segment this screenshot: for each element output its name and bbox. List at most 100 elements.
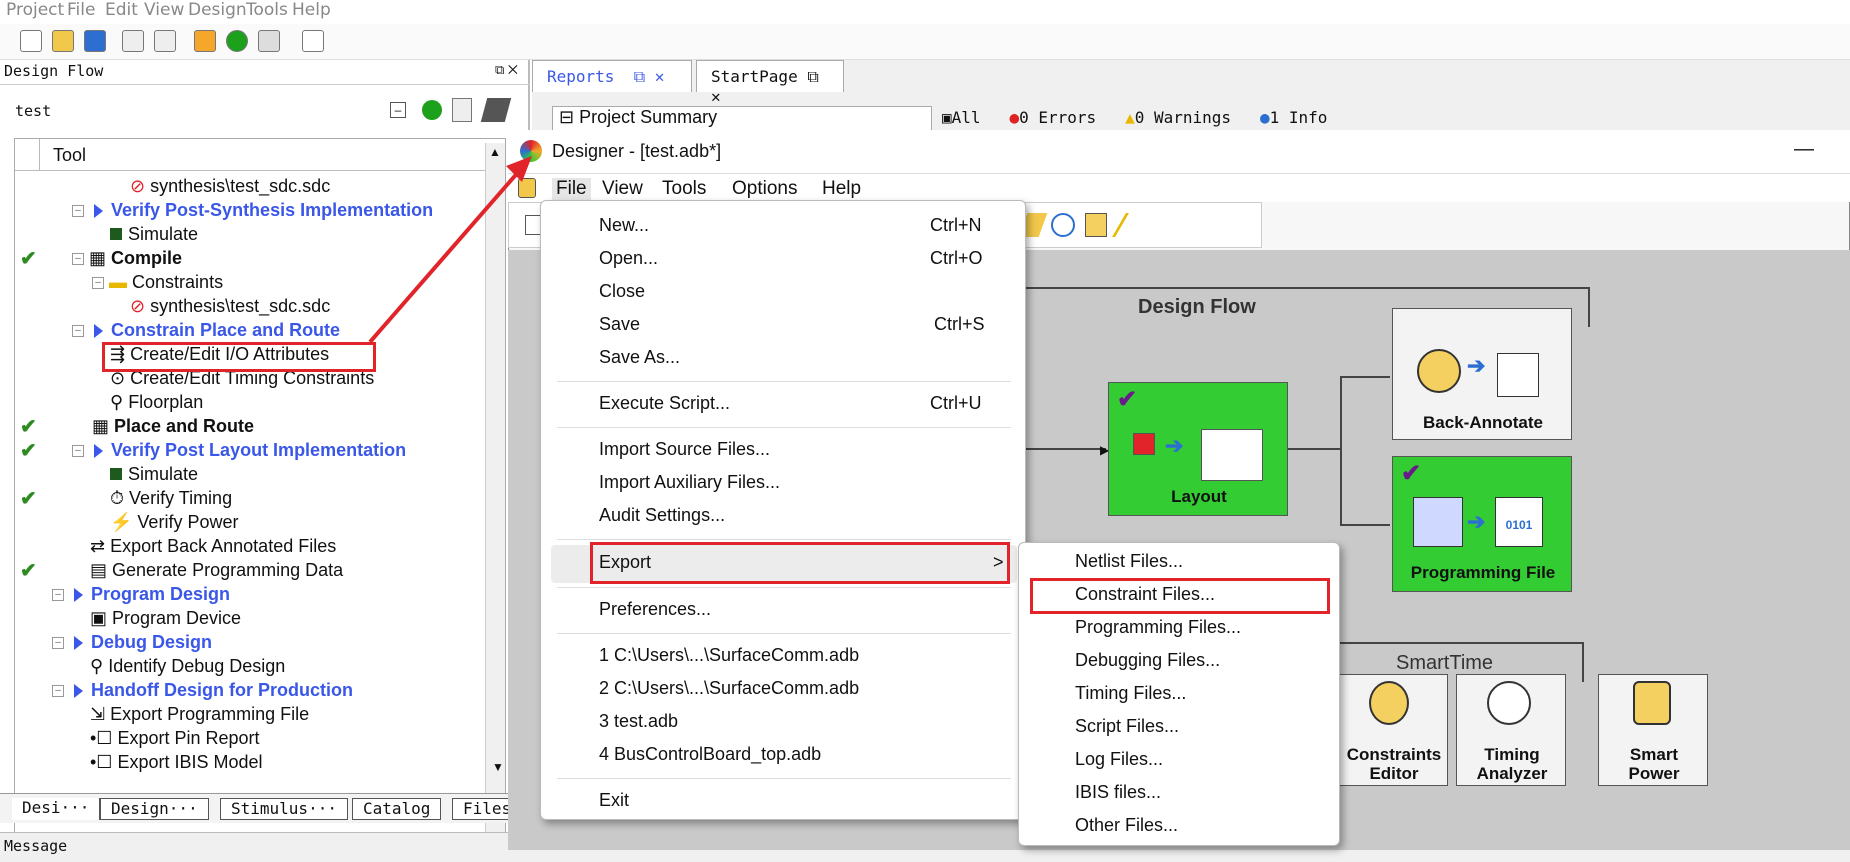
submenu-other-files[interactable]: Other Files...	[1075, 815, 1178, 836]
menu-item-exit[interactable]: Exit	[599, 790, 629, 811]
menu-design[interactable]: Design	[188, 0, 247, 20]
layout-box[interactable]: ✔ ➔ Layout	[1108, 382, 1288, 516]
shortcut-open: Ctrl+O	[930, 248, 983, 268]
tree-item-handoff[interactable]: – Handoff Design for Production	[52, 680, 353, 704]
constraints-editor-box[interactable]: Constraints Editor	[1338, 674, 1448, 786]
tab-startpage[interactable]: StartPage ⧉ ✕	[696, 60, 844, 106]
tree-item-generate-programming[interactable]: ▤ Generate Programming Data	[90, 560, 343, 584]
filter-all[interactable]: ▣All	[942, 108, 981, 127]
filter-errors[interactable]: 0 Errors	[1019, 108, 1096, 127]
menu-item-preferences[interactable]: Preferences...	[599, 599, 711, 620]
check-place-route-icon: ✔	[20, 416, 37, 438]
undo-icon[interactable]	[122, 30, 144, 52]
designer-titlebar: Designer - [test.adb*] —	[508, 130, 1850, 174]
submenu-programming-files[interactable]: Programming Files...	[1075, 617, 1241, 638]
programming-file-label: Programming File	[1410, 563, 1556, 582]
submenu-netlist-files[interactable]: Netlist Files...	[1075, 551, 1183, 572]
reports-area: Reports ⧉ ✕ StartPage ⧉ ✕ ⊟ Project Summ…	[532, 60, 1850, 132]
menu-item-recent-2[interactable]: 2 C:\Users\...\SurfaceComm.adb	[599, 678, 859, 699]
tree-item-sdc-2[interactable]: ⊘ synthesis\test_sdc.sdc	[130, 296, 330, 320]
project-summary[interactable]: ⊟ Project Summary	[552, 106, 932, 132]
submenu-ibis-files[interactable]: IBIS files...	[1075, 782, 1161, 803]
dmenu-file[interactable]: File	[552, 178, 591, 200]
filter-info[interactable]: 1 Info	[1270, 108, 1328, 127]
timing-analyzer-box[interactable]: Timing Analyzer	[1456, 674, 1566, 786]
menu-view[interactable]: View	[144, 0, 184, 20]
tree-item-simulate-2[interactable]: Simulate	[110, 464, 198, 488]
dmenu-tools[interactable]: Tools	[662, 178, 706, 200]
panel-float-close-icon[interactable]: ⧉ ✕	[495, 62, 518, 78]
tree-item-floorplan[interactable]: ⚲ Floorplan	[110, 392, 203, 416]
tab-reports[interactable]: Reports ⧉ ✕	[532, 60, 692, 92]
highlight-io-attributes	[102, 342, 376, 372]
tree-item-export-programming-file[interactable]: ⇲ Export Programming File	[90, 704, 309, 728]
tab-catalog[interactable]: Catalog	[352, 798, 442, 820]
tree-item-place-and-route[interactable]: ▦ Place and Route	[92, 416, 254, 440]
report-icon[interactable]	[258, 30, 280, 52]
menu-item-save[interactable]: Save	[599, 314, 640, 335]
tree-item-constraints[interactable]: – ▬ Constraints	[92, 272, 223, 296]
menu-item-open[interactable]: Open...	[599, 248, 658, 269]
dmenu-options[interactable]: Options	[732, 178, 797, 200]
programming-arrow-icon: ➔	[1467, 509, 1486, 534]
tree-item-verify-post-layout[interactable]: – Verify Post Layout Implementation	[72, 440, 406, 464]
menu-item-import-source[interactable]: Import Source Files...	[599, 439, 770, 460]
tab-stimulus[interactable]: Stimulus···	[220, 798, 348, 820]
menu-item-recent-3[interactable]: 3 test.adb	[599, 711, 678, 732]
menu-item-recent-4[interactable]: 4 BusControlBoard_top.adb	[599, 744, 821, 765]
tree-item-export-back-annotated[interactable]: ⇄ Export Back Annotated Files	[90, 536, 336, 560]
back-annotate-box[interactable]: ➔ Back-Annotate	[1392, 308, 1572, 440]
tree-item-constrain-place-route[interactable]: – Constrain Place and Route	[72, 320, 340, 344]
tree-item-debug-design[interactable]: – Debug Design	[52, 632, 212, 656]
tree-item-compile[interactable]: – ▦ Compile	[72, 248, 182, 272]
dmenu-view[interactable]: View	[602, 178, 643, 200]
tree-item-sdc-1[interactable]: ⊘ synthesis\test_sdc.sdc	[130, 176, 330, 200]
open-folder-icon[interactable]	[52, 30, 74, 52]
smart-power-box[interactable]: Smart Power	[1598, 674, 1708, 786]
filter-warnings[interactable]: 0 Warnings	[1135, 108, 1231, 127]
tools-icon[interactable]	[480, 98, 512, 122]
menu-item-recent-1[interactable]: 1 C:\Users\...\SurfaceComm.adb	[599, 645, 859, 666]
report-icon[interactable]	[452, 98, 472, 122]
menu-edit[interactable]: Edit	[105, 0, 138, 20]
tree-item-program-device[interactable]: ▣ Program Device	[90, 608, 241, 632]
tree-item-export-ibis[interactable]: •☐ Export IBIS Model	[90, 752, 263, 776]
run-icon[interactable]	[226, 30, 248, 52]
menu-item-save-as[interactable]: Save As...	[599, 347, 680, 368]
menu-file[interactable]: File	[67, 0, 95, 20]
chip-icon[interactable]	[1085, 213, 1107, 237]
submenu-debugging-files[interactable]: Debugging Files...	[1075, 650, 1220, 671]
window-icon[interactable]	[302, 30, 324, 52]
tree-item-export-pin-report[interactable]: •☐ Export Pin Report	[90, 728, 260, 752]
tree-item-program-design[interactable]: – Program Design	[52, 584, 230, 608]
new-icon[interactable]	[20, 30, 42, 52]
tree-item-verify-timing[interactable]: ⏱ Verify Timing	[110, 488, 232, 512]
submenu-timing-files[interactable]: Timing Files...	[1075, 683, 1186, 704]
run-flow-icon[interactable]	[422, 100, 442, 120]
search-net-icon[interactable]	[1051, 213, 1075, 237]
save-icon[interactable]	[84, 30, 106, 52]
wand-icon[interactable]	[1112, 213, 1146, 237]
erase-icon[interactable]	[194, 30, 216, 52]
collapse-all-icon[interactable]: –	[390, 102, 406, 118]
menu-item-new[interactable]: New...	[599, 215, 649, 236]
menu-project[interactable]: Project	[6, 0, 64, 20]
programming-file-box[interactable]: ✔ ➔ 0101 Programming File	[1392, 456, 1572, 592]
tab-design-flow[interactable]: Desi···	[12, 798, 101, 820]
menu-item-import-auxiliary[interactable]: Import Auxiliary Files...	[599, 472, 780, 493]
menu-help[interactable]: Help	[292, 0, 331, 20]
redo-icon[interactable]	[154, 30, 176, 52]
tree-item-verify-power[interactable]: ⚡ Verify Power	[110, 512, 238, 536]
minimize-button[interactable]: —	[1794, 138, 1814, 161]
menu-item-audit-settings[interactable]: Audit Settings...	[599, 505, 725, 526]
dmenu-help[interactable]: Help	[822, 178, 861, 200]
tab-design-hierarchy[interactable]: Design···	[100, 798, 209, 820]
scroll-down-icon[interactable]: ▼	[492, 760, 504, 774]
tree-item-simulate-1[interactable]: Simulate	[110, 224, 198, 248]
submenu-log-files[interactable]: Log Files...	[1075, 749, 1163, 770]
menu-item-close[interactable]: Close	[599, 281, 645, 302]
tree-item-identify-debug[interactable]: ⚲ Identify Debug Design	[90, 656, 285, 680]
submenu-script-files[interactable]: Script Files...	[1075, 716, 1179, 737]
menu-item-execute-script[interactable]: Execute Script...	[599, 393, 730, 414]
menu-tools[interactable]: Tools	[246, 0, 288, 20]
